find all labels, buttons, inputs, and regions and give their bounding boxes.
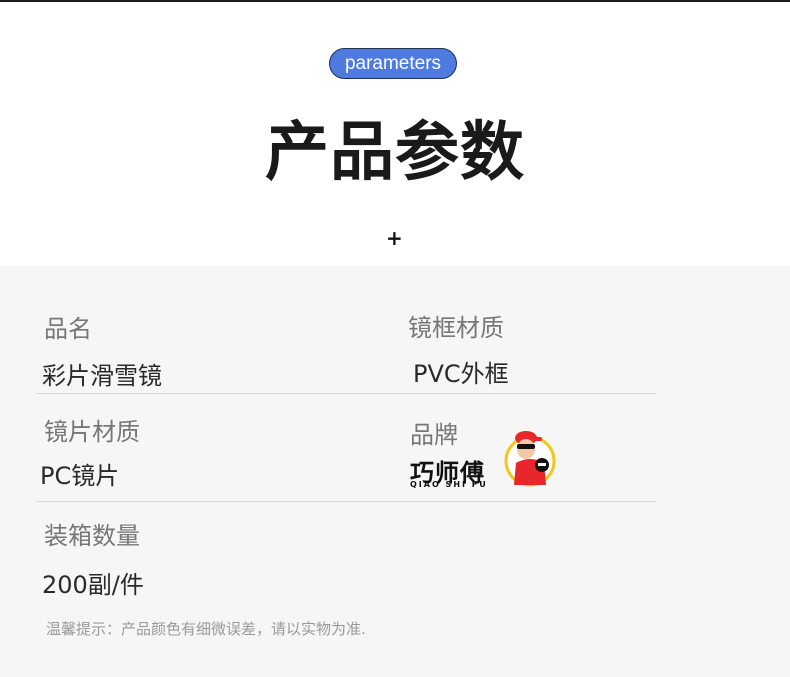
top-border	[0, 0, 790, 2]
mascot-icon	[504, 431, 556, 487]
brand-logo-subtext: QIAO SHI FU	[410, 480, 488, 489]
packing-quantity-label: 装箱数量	[44, 522, 140, 550]
product-name-label: 品名	[44, 315, 92, 343]
page-title: 产品参数	[265, 116, 525, 190]
parameters-badge: parameters	[329, 48, 457, 79]
lens-material-label: 镜片材质	[44, 418, 140, 446]
packing-quantity-value: 200副/件	[42, 571, 144, 599]
frame-material-value: PVC外框	[413, 360, 509, 388]
frame-material-label: 镜框材质	[408, 314, 504, 342]
brand-logo: 巧师傅 QIAO SHI FU	[410, 425, 560, 489]
warm-reminder-note: 温馨提示：产品颜色有细微误差，请以实物为准.	[46, 620, 366, 638]
row-divider	[36, 393, 656, 394]
plus-icon: +	[386, 226, 403, 250]
lens-material-value: PC镜片	[40, 462, 120, 490]
row-divider	[36, 501, 656, 502]
product-name-value: 彩片滑雪镜	[42, 362, 162, 390]
